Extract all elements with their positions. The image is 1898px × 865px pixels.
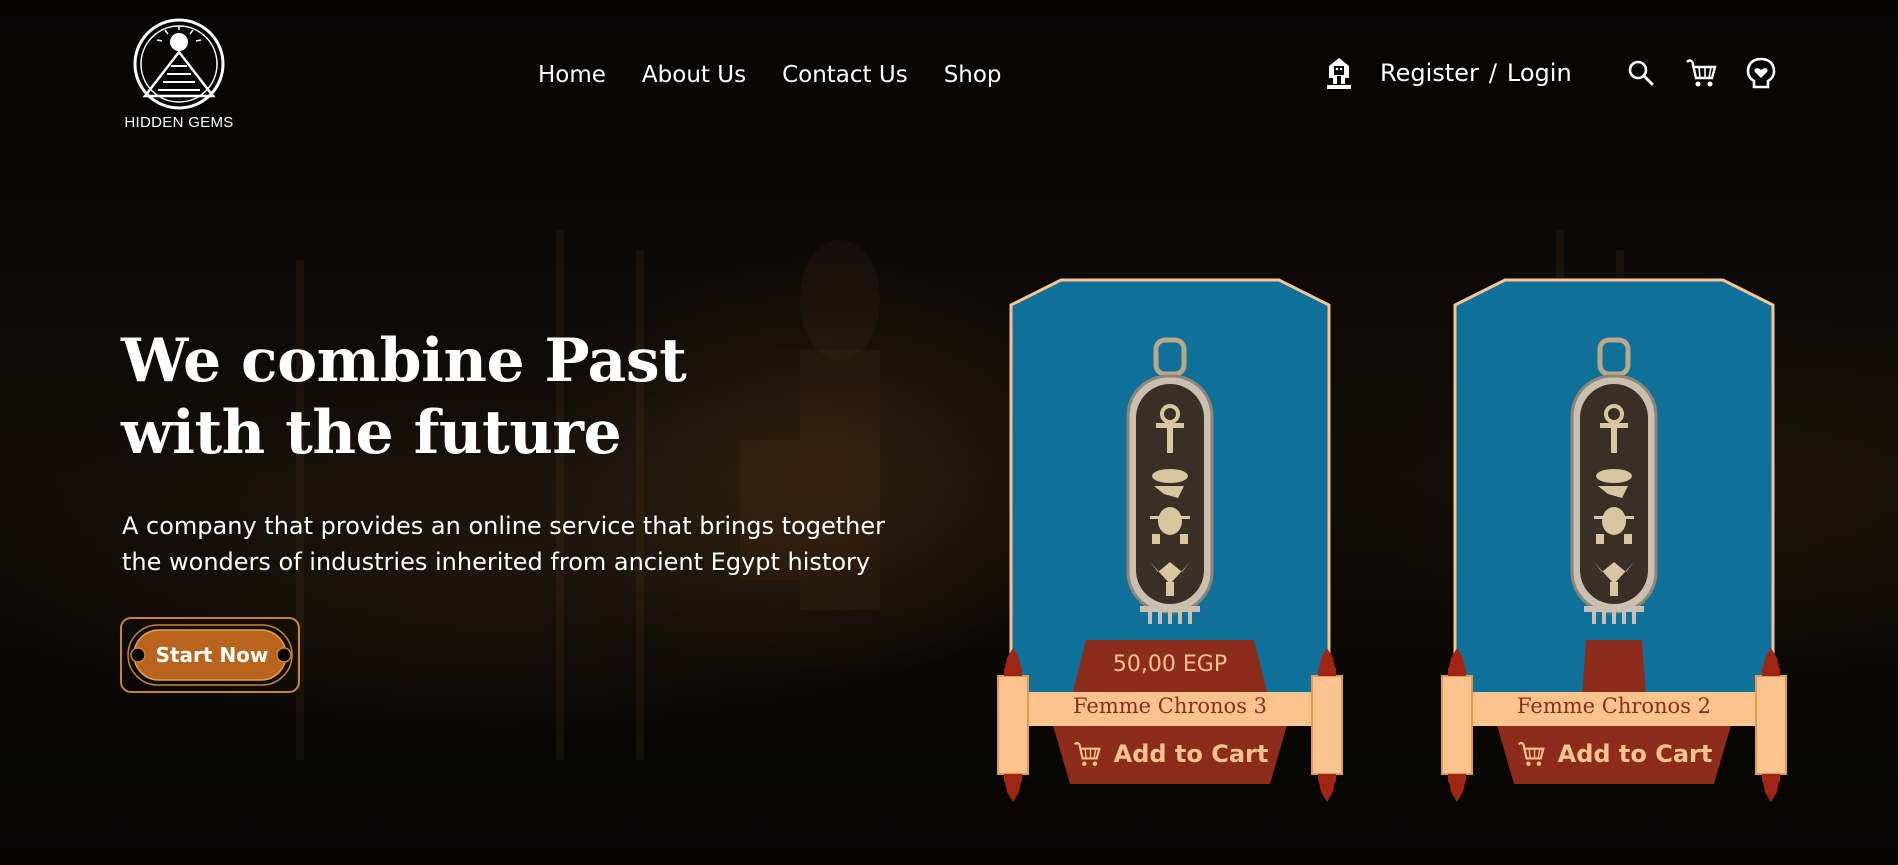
add-to-cart-label: Add to Cart bbox=[1557, 740, 1713, 768]
nav-shop[interactable]: Shop bbox=[944, 62, 1002, 88]
start-now-button[interactable]: Start Now bbox=[120, 616, 304, 694]
cart-icon[interactable] bbox=[1684, 56, 1718, 90]
cartouche-pendant-image bbox=[1126, 337, 1214, 624]
product-card[interactable]: 50,00 EGP Femme Chronos 3 Add to Cart bbox=[990, 276, 1350, 810]
brand-name: HIDDEN GEMS bbox=[124, 114, 234, 131]
account-separator: / bbox=[1488, 59, 1497, 87]
cart-icon bbox=[1516, 739, 1546, 769]
hero-subtitle: A company that provides an online servic… bbox=[122, 508, 922, 580]
nav-contact-us[interactable]: Contact Us bbox=[782, 62, 908, 88]
product-price: 50,00 EGP bbox=[1112, 652, 1228, 677]
main-nav: Home About Us Contact Us Shop bbox=[538, 62, 1002, 88]
login-link[interactable]: Login bbox=[1507, 59, 1572, 87]
add-to-cart-button[interactable]: Add to Cart bbox=[1055, 728, 1285, 780]
pyramid-sun-logo-icon bbox=[133, 18, 225, 110]
nav-home[interactable]: Home bbox=[538, 62, 606, 88]
cartouche-pendant-image bbox=[1570, 337, 1658, 624]
cart-icon bbox=[1072, 739, 1102, 769]
hero-title: We combine Past with the future bbox=[121, 325, 687, 469]
register-link[interactable]: Register bbox=[1380, 59, 1479, 87]
product-name[interactable]: Femme Chronos 2 bbox=[1434, 694, 1794, 718]
nav-about-us[interactable]: About Us bbox=[642, 62, 746, 88]
hero-title-line1: We combine Past bbox=[121, 326, 687, 396]
header-actions bbox=[1624, 56, 1778, 90]
add-to-cart-button[interactable]: Add to Cart bbox=[1499, 728, 1729, 780]
search-icon[interactable] bbox=[1624, 56, 1658, 90]
account-links: Register / Login bbox=[1322, 56, 1572, 90]
hero-subtitle-line2: the wonders of industries inherited from… bbox=[122, 548, 871, 576]
brand-logo[interactable]: HIDDEN GEMS bbox=[120, 16, 238, 131]
product-name[interactable]: Femme Chronos 3 bbox=[990, 694, 1350, 718]
start-now-label: Start Now bbox=[155, 643, 269, 667]
product-card[interactable]: Femme Chronos 2 Add to Cart bbox=[1434, 276, 1794, 810]
add-to-cart-label: Add to Cart bbox=[1113, 740, 1269, 768]
hero-title-line2: with the future bbox=[121, 398, 622, 468]
hero-subtitle-line1: A company that provides an online servic… bbox=[122, 512, 885, 540]
wishlist-icon[interactable] bbox=[1744, 56, 1778, 90]
pharaoh-icon bbox=[1322, 56, 1356, 90]
